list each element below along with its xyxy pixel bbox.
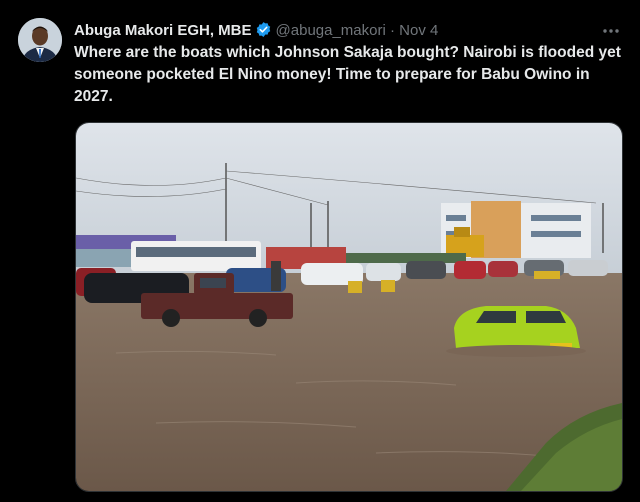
more-options-icon[interactable] [600,20,622,42]
author-handle[interactable]: @abuga_makori [276,22,386,39]
verified-badge-icon [255,21,272,38]
tweet-text: Where are the boats which Johnson Sakaja… [74,44,621,105]
author-avatar[interactable] [18,18,62,62]
author-name[interactable]: Abuga Makori EGH, MBE [74,22,252,39]
tweet-date[interactable]: Nov 4 [399,22,438,39]
tweet-header: Abuga Makori EGH, MBE @abuga_makori · Nov… [74,20,590,42]
tweet-card: Abuga Makori EGH, MBE @abuga_makori · Nov… [0,0,640,502]
header-separator: · [390,22,395,39]
tweet-photo[interactable] [75,122,623,492]
